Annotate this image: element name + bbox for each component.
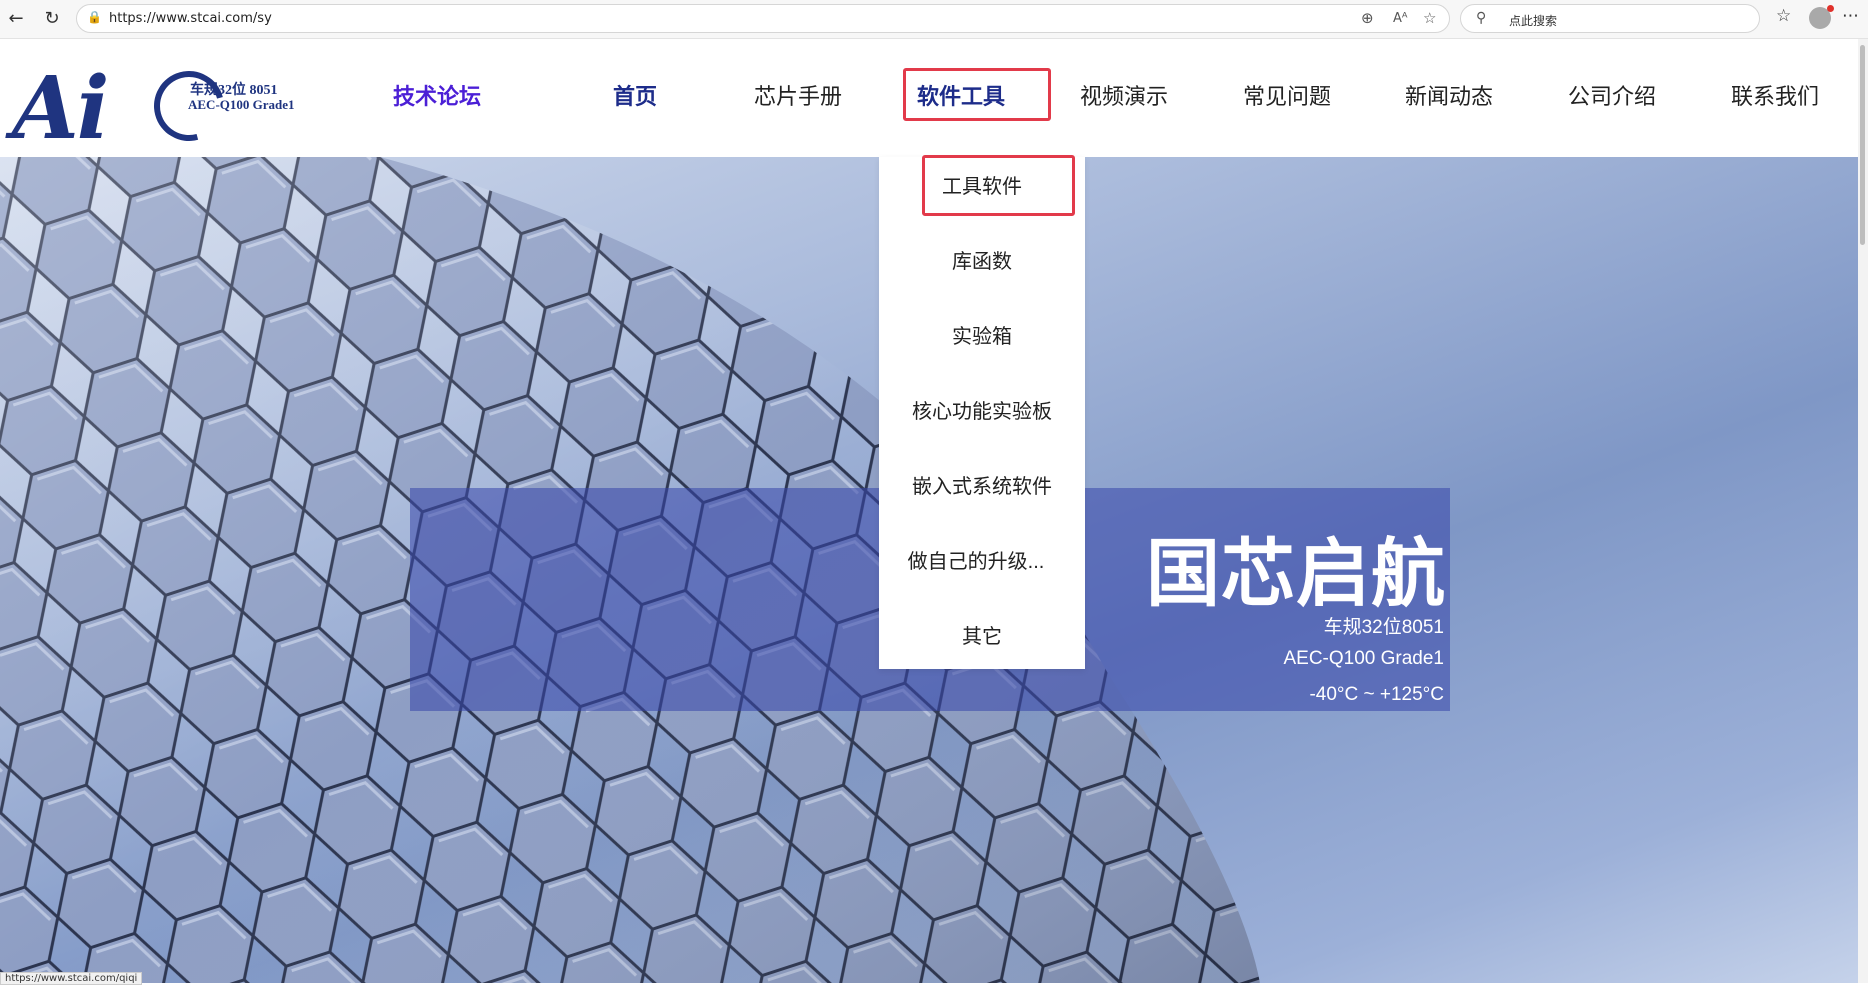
address-url[interactable]: https://www.stcai.com/sy — [109, 11, 272, 26]
search-placeholder: 点此搜索 — [1509, 14, 1558, 28]
dropdown-item-upgrade[interactable]: 做自己的升级... — [873, 545, 1079, 574]
dropdown-item-library[interactable]: 库函数 — [879, 245, 1085, 274]
back-icon[interactable]: ← — [4, 7, 28, 31]
status-bar-url: https://www.stcai.com/qiqi — [0, 972, 143, 985]
hero-line-3: -40°C ~ +125°C — [1309, 684, 1444, 705]
search-icon: ⚲ — [1476, 10, 1487, 26]
favorites-icon[interactable]: ☆ — [1776, 6, 1791, 26]
nav-news[interactable]: 新闻动态 — [1405, 81, 1493, 113]
browser-toolbar: ← ↻ 🔒 https://www.stcai.com/sy ⊕ Aᴬ ☆ ⚲ … — [0, 0, 1868, 39]
dropdown-item-core-board[interactable]: 核心功能实验板 — [879, 395, 1085, 424]
more-menu-icon[interactable]: ⋯ — [1842, 6, 1859, 26]
refresh-icon[interactable]: ↻ — [40, 7, 64, 31]
hero-title: 国芯启航 — [1146, 531, 1446, 617]
site-logo[interactable]: Ai 车规32位 8051 AEC-Q100 Grade1 — [12, 58, 312, 159]
hero-line-2: AEC-Q100 Grade1 — [1283, 648, 1444, 669]
page-scrollbar[interactable] — [1858, 39, 1868, 983]
nav-faq[interactable]: 常见问题 — [1243, 81, 1331, 113]
site-header: Ai 车规32位 8051 AEC-Q100 Grade1 技术论坛 首页 芯片… — [0, 39, 1858, 157]
favorite-star-icon[interactable]: ☆ — [1423, 9, 1436, 27]
nav-contact[interactable]: 联系我们 — [1731, 81, 1819, 113]
nav-forum[interactable]: 技术论坛 — [393, 81, 481, 113]
hero-line-1: 车规32位8051 — [1323, 617, 1444, 638]
dropdown-item-embedded-software[interactable]: 嵌入式系统软件 — [879, 470, 1085, 499]
zoom-icon[interactable]: ⊕ — [1361, 9, 1374, 27]
logo-line-1: 车规32位 8051 — [190, 83, 278, 98]
nav-home[interactable]: 首页 — [613, 81, 657, 113]
scrollbar-thumb[interactable] — [1860, 45, 1865, 245]
profile-avatar-icon[interactable] — [1809, 5, 1834, 29]
highlight-box-nav — [903, 68, 1051, 121]
logo-mark: Ai — [12, 58, 109, 159]
logo-line-2: AEC-Q100 Grade1 — [188, 97, 295, 112]
browser-search-box[interactable]: ⚲ 点此搜索 — [1460, 4, 1760, 33]
nav-about[interactable]: 公司介绍 — [1568, 81, 1656, 113]
nav-video-demo[interactable]: 视频演示 — [1080, 81, 1168, 113]
highlight-box-dropdown — [922, 155, 1075, 216]
read-aloud-icon[interactable]: Aᴬ — [1393, 11, 1408, 26]
nav-chip-manual[interactable]: 芯片手册 — [754, 81, 842, 113]
dropdown-item-lab-box[interactable]: 实验箱 — [879, 320, 1085, 349]
address-bar[interactable]: 🔒 https://www.stcai.com/sy ⊕ Aᴬ ☆ — [76, 4, 1450, 33]
software-tools-dropdown: 工具软件 库函数 实验箱 核心功能实验板 嵌入式系统软件 做自己的升级... 其… — [879, 155, 1085, 669]
dropdown-item-other[interactable]: 其它 — [879, 620, 1085, 649]
lock-icon: 🔒 — [87, 10, 102, 24]
